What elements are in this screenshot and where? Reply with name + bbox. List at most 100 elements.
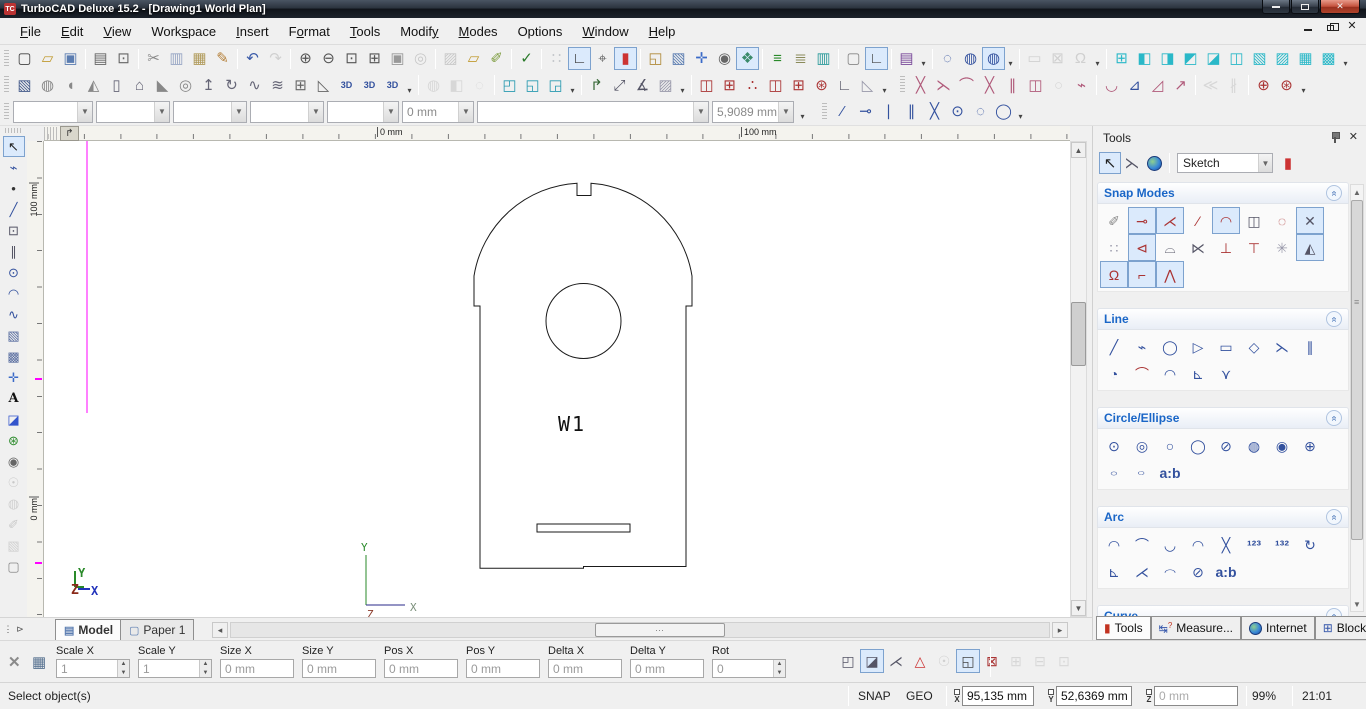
torus-3d-icon[interactable]: ◎ <box>174 74 197 97</box>
boolean-subtract-icon[interactable]: ◱ <box>521 74 544 97</box>
construction-circle-icon[interactable]: ◌ <box>969 100 992 123</box>
one-time-snap-icon[interactable]: ⌐ <box>1128 261 1156 288</box>
line-irregular-polygon-icon[interactable]: ▷ <box>1184 333 1212 360</box>
toolbar-grip[interactable] <box>5 128 23 133</box>
menu-modify[interactable]: Modify <box>390 20 448 43</box>
pointer-tool-icon[interactable]: ↖ <box>1099 152 1121 174</box>
toolbar-overflow-icon[interactable]: ▾ <box>1298 74 1309 97</box>
prism-3d-icon[interactable]: ⌂ <box>128 74 151 97</box>
toolbar-overflow-icon[interactable]: ▾ <box>677 74 688 97</box>
circle-ellipse-header[interactable]: Circle/Ellipse « <box>1097 407 1349 429</box>
snap-toggle[interactable]: SNAP <box>858 689 891 703</box>
chevron-down-icon[interactable]: ▼ <box>458 102 473 122</box>
mirror-copy-icon[interactable]: ◫ <box>1024 74 1047 97</box>
pin-icon[interactable] <box>1330 132 1340 144</box>
chevron-down-icon[interactable]: ▼ <box>1258 154 1272 172</box>
minimize-button[interactable] <box>1262 0 1290 14</box>
snap-nearest-icon[interactable]: ⊸ <box>1128 207 1156 234</box>
redo-icon[interactable]: ↷ <box>264 47 287 70</box>
toolbar-overflow-icon[interactable]: ▾ <box>1005 47 1016 70</box>
scale-y-stepper[interactable]: ▲▼ <box>199 660 211 677</box>
render-view-icon[interactable]: ❖ <box>736 47 759 70</box>
corner-round-icon[interactable]: ◡ <box>1100 74 1123 97</box>
menu-view[interactable]: View <box>93 20 141 43</box>
view-iso-ne-icon[interactable]: ▧ <box>1248 47 1271 70</box>
format-brush-icon[interactable]: ✎ <box>211 47 234 70</box>
materials-icon[interactable]: ▥ <box>812 47 835 70</box>
close-button[interactable]: ✕ <box>1320 0 1360 14</box>
snap-perpendicular-icon[interactable]: ⊥ <box>1212 234 1240 261</box>
coord-y-icon[interactable]: Y <box>1048 689 1054 704</box>
toolbar-grip[interactable] <box>4 76 9 94</box>
snap-quadrant-icon[interactable]: ◫ <box>1240 207 1268 234</box>
circle-tangent-to-arc-icon[interactable]: ⊕ <box>1296 432 1324 459</box>
circle-tangent-3-entities-icon[interactable]: ◉ <box>1268 432 1296 459</box>
line-perpendicular-icon[interactable]: ⋋ <box>1268 333 1296 360</box>
line-single-icon[interactable]: ╱ <box>1100 333 1128 360</box>
measure-3d-icon[interactable]: ⤢ <box>608 74 631 97</box>
view-top-icon[interactable]: ⊞ <box>1110 47 1133 70</box>
toolbar-grip[interactable] <box>4 103 9 121</box>
multiline-icon[interactable]: ∥ <box>3 241 25 262</box>
curve-header[interactable]: Curve « <box>1097 605 1349 616</box>
doc-close-button[interactable]: ✕ <box>1346 20 1358 31</box>
line-polyline-icon[interactable]: ⌁ <box>1128 333 1156 360</box>
scale-x-input[interactable]: 1▲▼ <box>56 659 130 678</box>
print-icon[interactable]: ▤ <box>89 47 112 70</box>
snap-tangent-icon[interactable]: ⋉ <box>1184 234 1212 261</box>
collapse-chevron-icon[interactable]: « <box>1326 509 1342 525</box>
cancel-icon[interactable]: ✕ <box>8 653 21 671</box>
cylinder-3d-icon[interactable]: ▯ <box>105 74 128 97</box>
move-icon[interactable]: ✛ <box>3 367 25 388</box>
zoom-selection-icon[interactable]: ◎ <box>409 47 432 70</box>
circle-tangent-to-line-icon[interactable]: ⊘ <box>1212 432 1240 459</box>
line-rotated-rectangle-icon[interactable]: ◇ <box>1240 333 1268 360</box>
array-grid-icon[interactable]: ⊞ <box>787 74 810 97</box>
menu-help[interactable]: Help <box>639 20 686 43</box>
line-icon[interactable]: ╱ <box>3 199 25 220</box>
array-rect-icon[interactable]: ⊞ <box>718 74 741 97</box>
view-left-icon[interactable]: ◩ <box>1179 47 1202 70</box>
chevron-down-icon[interactable]: ▼ <box>778 102 793 122</box>
style-fill-tool-icon[interactable]: ▮ <box>1277 152 1299 174</box>
rot-input[interactable]: 0▲▼ <box>712 659 786 678</box>
cone-3d-icon[interactable]: ◭ <box>82 74 105 97</box>
palette-scrollbar[interactable]: ▲ ▼ <box>1350 184 1364 612</box>
view-iso-nw-icon[interactable]: ▨ <box>1271 47 1294 70</box>
edit-reference-icon[interactable]: ⋌ <box>884 649 908 673</box>
circle-triple-point-icon[interactable]: ◯ <box>1184 432 1212 459</box>
scroll-up-icon[interactable]: ▲ <box>1071 142 1086 158</box>
stretch-icon[interactable]: ○ <box>1047 74 1070 97</box>
geo-toggle[interactable]: GEO <box>906 689 933 703</box>
snap-aperture-icon[interactable]: ⌖ <box>591 47 614 70</box>
view-3d-box-icon[interactable]: ▧ <box>667 47 690 70</box>
construction-vertical-icon[interactable]: ∣ <box>877 100 900 123</box>
sweep-icon[interactable]: ∿ <box>243 74 266 97</box>
chevron-down-icon[interactable]: ▼ <box>693 102 708 122</box>
snap-degree-icon[interactable]: ✳ <box>1268 234 1296 261</box>
line-tangent-to-arc-icon[interactable]: ◔ <box>1100 360 1128 387</box>
thicken-icon[interactable]: ◌ <box>468 74 491 97</box>
snap-face-icon[interactable]: ⌓ <box>1156 234 1184 261</box>
camera-icon[interactable]: ◉ <box>3 451 25 472</box>
circle-center-radius-icon[interactable]: ⊙ <box>1100 432 1128 459</box>
copy-mirror-icon[interactable]: ◫ <box>764 74 787 97</box>
shell-solid-icon[interactable]: ◍ <box>422 74 445 97</box>
spell-check-icon[interactable]: ✓ <box>515 47 538 70</box>
arc-complement-icon[interactable]: ↻ <box>1296 531 1324 558</box>
spline-3d-icon[interactable]: 3D <box>358 74 381 97</box>
selector-combo-3[interactable]: ▼ <box>173 101 247 123</box>
ruler-grip[interactable] <box>44 127 58 140</box>
plane-3d-icon[interactable]: ◺ <box>312 74 335 97</box>
line-tangent-2-arcs-icon[interactable]: ◠ <box>1156 360 1184 387</box>
t-meet-icon[interactable]: ⊿ <box>1123 74 1146 97</box>
snap-aperture-angle-icon[interactable]: ⋀ <box>1156 261 1184 288</box>
chevron-down-icon[interactable]: ▼ <box>308 102 323 122</box>
view-back-icon[interactable]: ◨ <box>1156 47 1179 70</box>
vertical-ruler[interactable]: 100 mm 0 mm <box>27 141 44 617</box>
line-rectangle-icon[interactable]: ▭ <box>1212 333 1240 360</box>
paste-icon[interactable]: ▦ <box>188 47 211 70</box>
save-icon[interactable]: ▣ <box>59 47 82 70</box>
extract-symbol-icon[interactable]: ◱ <box>644 47 667 70</box>
toolbar-overflow-icon[interactable]: ▾ <box>1015 100 1026 123</box>
